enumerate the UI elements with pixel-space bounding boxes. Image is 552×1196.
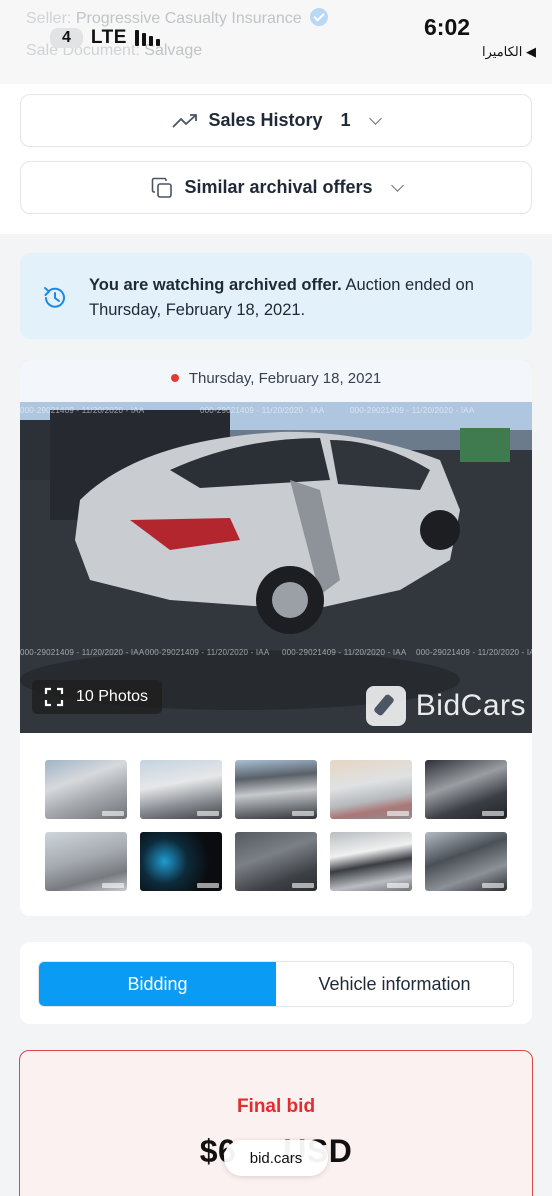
chevron-down-icon xyxy=(368,111,382,125)
thumbnail[interactable] xyxy=(235,760,317,819)
thumbnail[interactable] xyxy=(140,832,222,891)
photo-gallery: Thursday, February 18, 2021 000-29021409… xyxy=(20,360,532,916)
photo-watermark: 000-29021409 - 11/20/2020 - IAA xyxy=(145,648,270,657)
thumbnail[interactable] xyxy=(330,760,412,819)
thumbnail[interactable] xyxy=(140,760,222,819)
photo-watermark: 000-29021409 - 11/20/2020 - IAA xyxy=(20,406,145,415)
live-dot-icon xyxy=(170,374,179,382)
notice-text: You are watching archived offer. Auction… xyxy=(89,273,509,323)
url-domain: bid.cars xyxy=(249,1149,303,1167)
archived-notice: You are watching archived offer. Auction… xyxy=(20,253,532,339)
similar-offers-button[interactable]: Similar archival offers xyxy=(20,161,532,214)
final-bid-label: Final bid xyxy=(236,1096,316,1117)
back-to-app-link[interactable]: ◀ الكاميرا xyxy=(482,44,536,60)
thumbnail[interactable] xyxy=(45,832,127,891)
photos-count-button[interactable]: 10 Photos xyxy=(32,680,163,714)
fullscreen-icon xyxy=(44,687,64,707)
auction-date: Thursday, February 18, 2021 xyxy=(20,370,532,387)
thumbnail[interactable] xyxy=(425,760,507,819)
chevron-down-icon xyxy=(390,178,404,192)
detail-tabs: Bidding Vehicle information xyxy=(38,961,514,1007)
copy-icon xyxy=(152,177,173,198)
thumbnail[interactable] xyxy=(330,832,412,891)
bidcars-watermark-text: BidCars xyxy=(415,689,526,722)
photo-watermark: 000-29021409 - 11/20/2020 - IAA xyxy=(416,648,532,657)
notice-bold: You are watching archived offer. xyxy=(89,276,342,294)
sales-history-count: 1 xyxy=(340,110,351,130)
photo-watermark: 000-29021409 - 11/20/2020 - IAA xyxy=(350,406,475,415)
photos-count-label: 10 Photos xyxy=(76,688,149,705)
url-bar[interactable]: bid.cars xyxy=(224,1140,328,1176)
trend-up-icon xyxy=(172,113,198,128)
network-type: LTE xyxy=(90,27,127,48)
clock: 6:02 xyxy=(424,14,471,40)
history-icon xyxy=(44,287,65,308)
thumbnail[interactable] xyxy=(45,760,127,819)
signal-icon xyxy=(134,30,160,46)
bidcars-watermark: BidCars xyxy=(365,686,526,726)
tabs-card: Bidding Vehicle information xyxy=(20,942,532,1024)
photo-watermark: 000-29021409 - 11/20/2020 - IAA xyxy=(200,406,325,415)
status-bar-area: Seller: Progressive Casualty Insurance S… xyxy=(0,0,552,84)
sales-history-button[interactable]: Sales History 1 xyxy=(20,94,532,147)
thumbnail[interactable] xyxy=(425,832,507,891)
thumbnail[interactable] xyxy=(235,832,317,891)
bidcars-logo-icon xyxy=(365,686,406,726)
tab-vehicle-information[interactable]: Vehicle information xyxy=(276,962,513,1006)
carrier-info: 4 LTE xyxy=(50,27,160,49)
seller-value: Progressive Casualty Insurance xyxy=(75,10,302,27)
main-photo[interactable]: Thursday, February 18, 2021 000-29021409… xyxy=(20,360,532,733)
similar-offers-label: Similar archival offers xyxy=(184,177,373,197)
seller-key: Seller: xyxy=(26,10,72,27)
photo-watermark: 000-29021409 - 11/20/2020 - IAA xyxy=(20,648,145,657)
seller-row: Seller: Progressive Casualty Insurance xyxy=(26,8,329,28)
car-photo-image xyxy=(20,360,532,733)
tab-bidding[interactable]: Bidding xyxy=(39,962,276,1006)
photo-watermark: 000-29021409 - 11/20/2020 - IAA xyxy=(282,648,407,657)
auction-date-text: Thursday, February 18, 2021 xyxy=(188,370,382,387)
thumbnail-grid xyxy=(45,760,515,891)
verified-icon xyxy=(310,8,329,26)
carrier-badge: 4 xyxy=(50,28,83,48)
page: Seller: Progressive Casualty Insurance S… xyxy=(0,0,552,1196)
sales-history-label: Sales History xyxy=(208,110,323,130)
